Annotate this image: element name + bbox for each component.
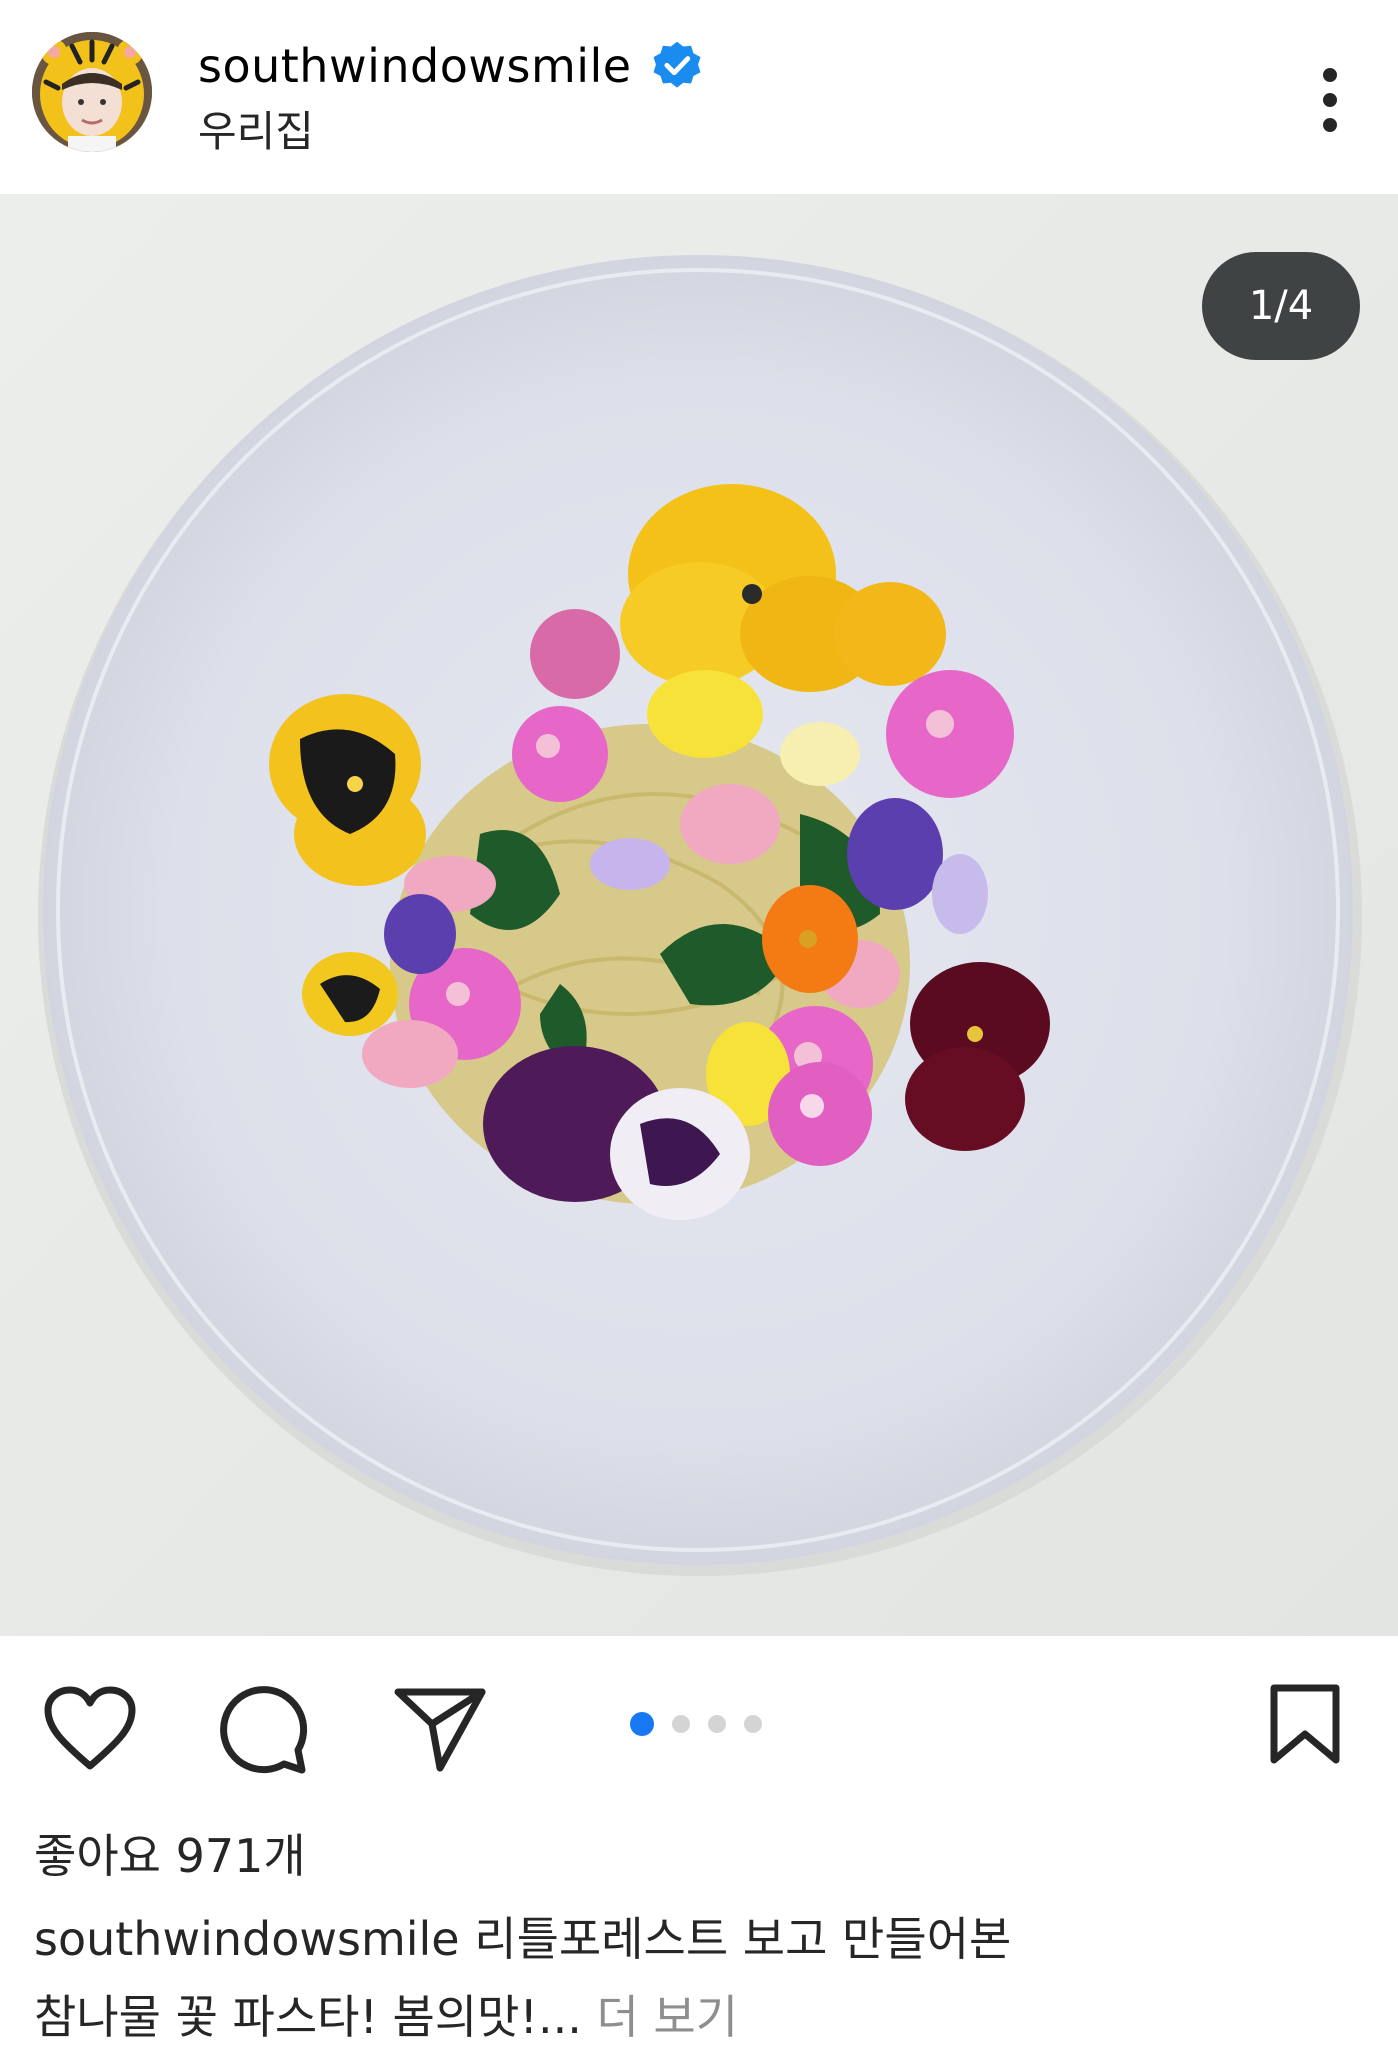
carousel-dot <box>708 1715 726 1733</box>
more-options-button[interactable] <box>1300 50 1360 150</box>
media-counter: 1/4 <box>1202 252 1360 360</box>
vertical-dots-icon <box>1323 68 1337 132</box>
post-location[interactable]: 우리집 <box>198 98 314 159</box>
post-media[interactable]: 1/4 <box>0 194 1398 1636</box>
username[interactable]: southwindowsmile <box>198 39 632 93</box>
pasta-photo <box>0 194 1398 1636</box>
caption-username[interactable]: southwindowsmile <box>34 1912 460 1966</box>
verified-badge-icon <box>653 41 701 88</box>
comment-bubble-icon[interactable] <box>218 1684 310 1776</box>
more-caption-link[interactable]: 더 보기 <box>596 1990 738 2044</box>
carousel-dot-active <box>630 1712 654 1736</box>
caption-text-line2: 참나물 꽃 파스타! 봄의맛!... <box>34 1990 582 2044</box>
carousel-dot <box>744 1715 762 1733</box>
likes-count[interactable]: 좋아요 971개 <box>34 1820 306 1886</box>
caption: southwindowsmile 리틀포레스트 보고 만들어본 참나물 꽃 파스… <box>34 1900 1354 2056</box>
post-header: southwindowsmile 우리집 <box>0 0 1398 194</box>
avatar-image <box>32 32 152 152</box>
carousel-dot <box>672 1715 690 1733</box>
username-row: southwindowsmile <box>198 36 704 96</box>
carousel-indicator <box>630 1712 762 1736</box>
caption-text-line1: 리틀포레스트 보고 만들어본 <box>474 1912 1012 1966</box>
bookmark-icon[interactable] <box>1268 1684 1342 1766</box>
send-paper-plane-icon[interactable] <box>392 1684 488 1772</box>
heart-icon[interactable] <box>42 1684 138 1772</box>
profile-avatar[interactable] <box>32 32 152 152</box>
